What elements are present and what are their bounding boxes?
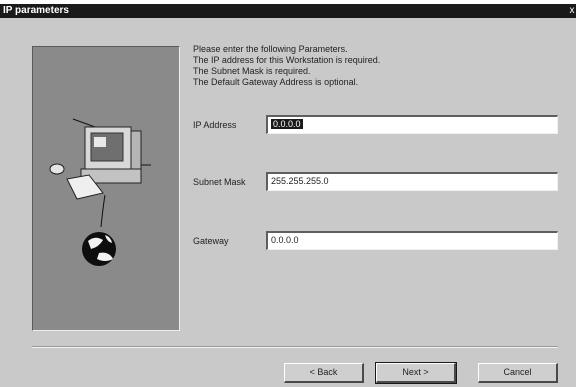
instructions-text: Please enter the following Parameters. T… xyxy=(193,44,473,88)
ip-address-field[interactable]: 0.0.0.0 xyxy=(266,115,558,134)
ip-address-value: 0.0.0.0 xyxy=(271,119,303,129)
subnet-mask-label: Subnet Mask xyxy=(193,177,246,187)
window-title: IP parameters xyxy=(3,5,69,16)
gateway-label: Gateway xyxy=(193,236,229,246)
ip-parameters-dialog: IP parameters x Please enter the followi… xyxy=(0,4,576,387)
button-divider xyxy=(32,346,558,348)
gateway-field[interactable]: 0.0.0.0 xyxy=(266,231,558,250)
close-icon[interactable]: x xyxy=(568,4,576,18)
instruction-line: Please enter the following Parameters. xyxy=(193,44,348,54)
computer-network-illustration xyxy=(49,118,151,266)
subnet-mask-value: 255.255.255.0 xyxy=(271,176,329,186)
wizard-illustration-panel xyxy=(32,46,180,331)
gateway-value: 0.0.0.0 xyxy=(271,235,299,245)
cancel-button[interactable]: Cancel xyxy=(478,363,558,383)
title-bar[interactable]: IP parameters x xyxy=(0,4,576,18)
ip-address-label: IP Address xyxy=(193,120,237,130)
instruction-line: The Subnet Mask is required. xyxy=(193,66,311,76)
subnet-mask-field[interactable]: 255.255.255.0 xyxy=(266,172,558,191)
instruction-line: The IP address for this Workstation is r… xyxy=(193,55,381,65)
next-button[interactable]: Next > xyxy=(375,362,457,384)
back-button[interactable]: < Back xyxy=(284,363,364,383)
instruction-line: The Default Gateway Address is optional. xyxy=(193,77,359,87)
